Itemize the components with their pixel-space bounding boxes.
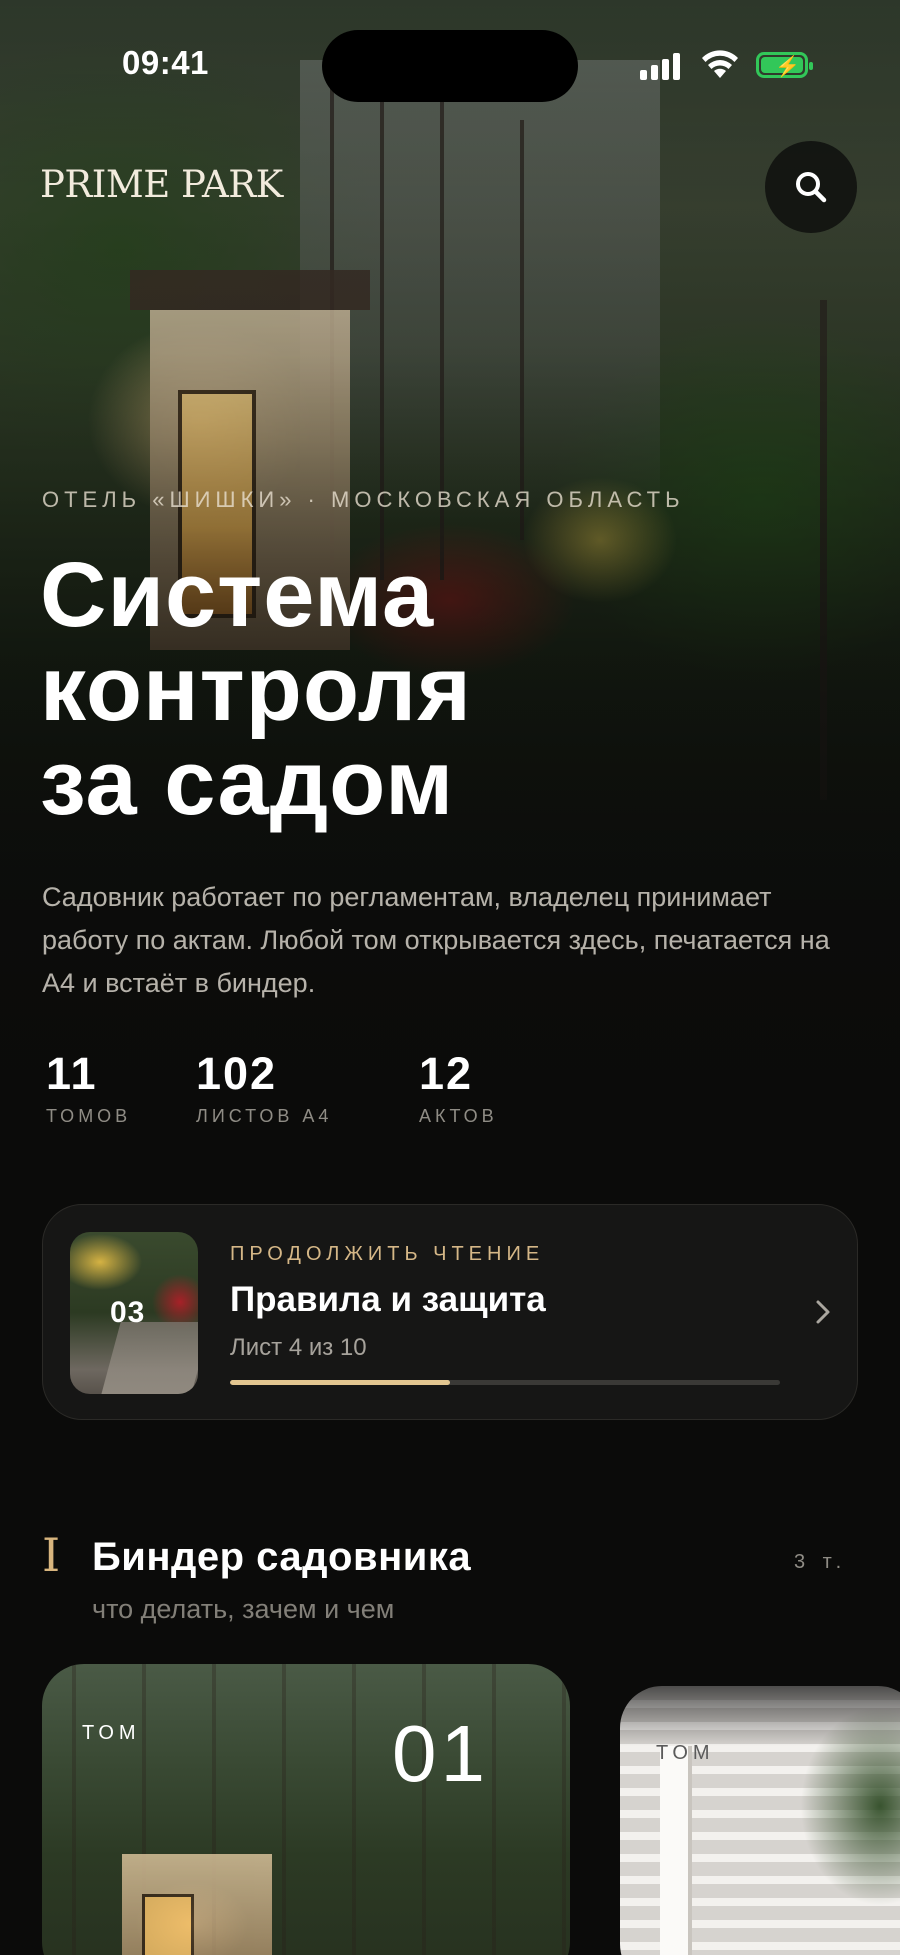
hero-kicker: ОТЕЛЬ «ШИШКИ» · МОСКОВСКАЯ ОБЛАСТЬ [42, 487, 685, 512]
title-line: Система [40, 544, 435, 646]
stat-value: 12 [419, 1048, 474, 1099]
stat-label: ТОМОВ [46, 1106, 132, 1126]
continue-reading-card[interactable]: 03 ПРОДОЛЖИТЬ ЧТЕНИЕ Правила и защита Ли… [42, 1204, 858, 1420]
continue-title: Правила и защита [230, 1280, 546, 1319]
chevron-right-icon [816, 1300, 830, 1324]
wifi-icon [702, 50, 738, 78]
stat-value: 11 [46, 1048, 98, 1099]
screen: 09:41 ⚡ PRIME PARK ОТЕЛЬ «ШИШКИ» · МОСКО… [0, 0, 900, 1955]
signal-icon [640, 52, 684, 80]
reading-progress-fill [230, 1380, 450, 1385]
status-time: 09:41 [122, 44, 209, 81]
volume-label: ТОМ [82, 1722, 141, 1744]
volume-number: 03 [110, 1296, 146, 1329]
continue-page-info: Лист 4 из 10 [230, 1334, 367, 1361]
page-title: Система контроля за садом [40, 548, 600, 830]
section-subtitle: что делать, зачем и чем [92, 1594, 395, 1624]
stat-label: АКТОВ [419, 1106, 498, 1126]
stat-acts: 12 АКТОВ [419, 1048, 498, 1127]
section-numeral: I [42, 1528, 61, 1582]
volume-label: ТОМ [656, 1742, 715, 1764]
logo[interactable]: PRIME PARK [40, 163, 283, 206]
volume-card[interactable]: ТОМ [620, 1686, 900, 1955]
section-count: 3 т. [794, 1551, 848, 1573]
stat-label: ЛИСТОВ А4 [196, 1106, 333, 1126]
search-icon [796, 172, 827, 203]
stat-sheets: 102 ЛИСТОВ А4 [196, 1048, 332, 1127]
search-button[interactable] [765, 141, 857, 233]
section-title: Биндер садовника [92, 1535, 472, 1579]
hero-description: Садовник работает по регламентам, владел… [42, 882, 830, 998]
continue-kicker: ПРОДОЛЖИТЬ ЧТЕНИЕ [230, 1243, 545, 1265]
stat-volumes: 11 ТОМОВ [46, 1048, 131, 1127]
reading-progress [230, 1380, 780, 1385]
title-line: за садом [40, 732, 455, 834]
dynamic-island [322, 30, 578, 102]
volume-card[interactable]: ТОМ 01 [42, 1664, 570, 1955]
stat-value: 102 [196, 1048, 278, 1099]
title-line: контроля [40, 638, 472, 740]
volume-thumbnail: 03 [70, 1232, 198, 1394]
volume-number: 01 [392, 1709, 489, 1798]
battery-charging-icon: ⚡ [756, 52, 813, 78]
